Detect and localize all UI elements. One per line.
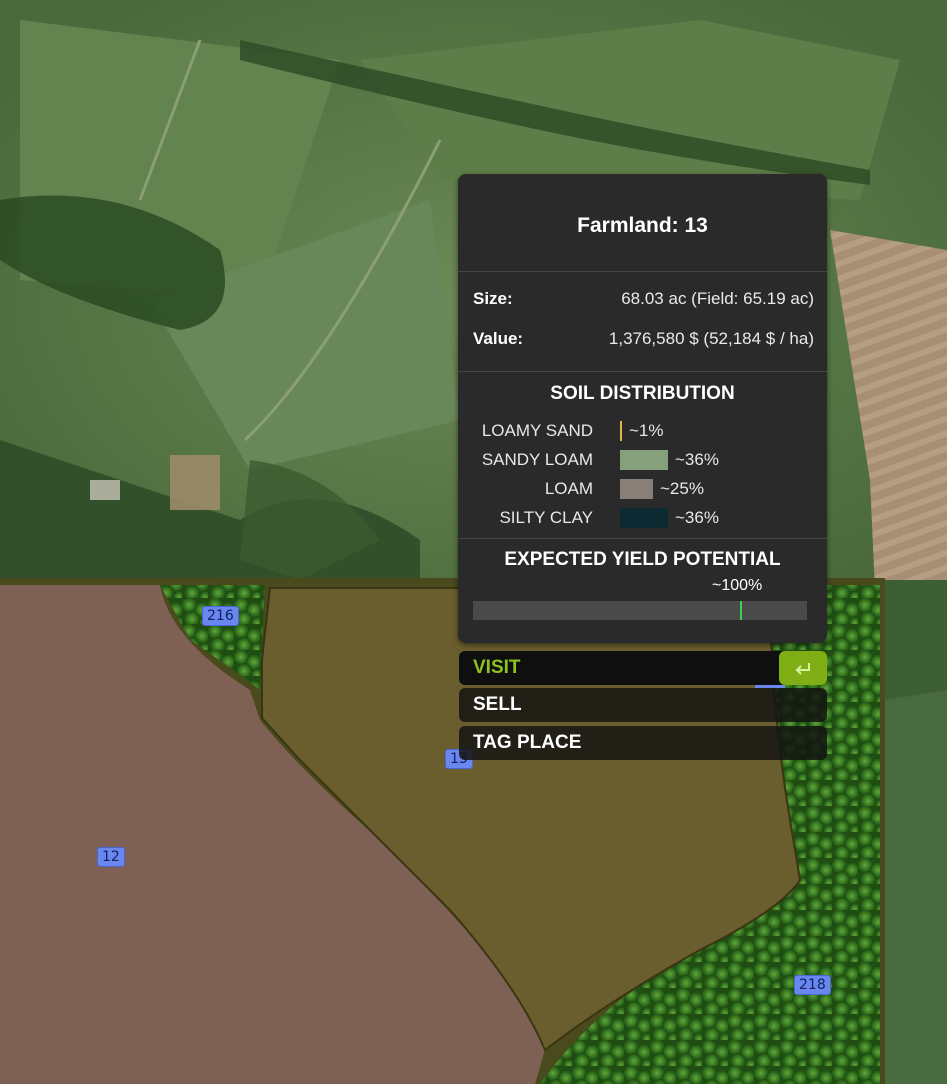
- soil-bar: [620, 421, 622, 441]
- plot-label-12[interactable]: 12: [97, 847, 125, 867]
- divider: [458, 271, 827, 272]
- farmland-title: Farmland: 13: [577, 214, 708, 237]
- soil-name: SILTY CLAY: [499, 508, 593, 527]
- value-label: Value:: [473, 329, 524, 348]
- soil-name: SANDY LOAM: [481, 450, 593, 469]
- soil-distribution-heading: SOIL DISTRIBUTION: [550, 383, 735, 404]
- soil-bar: [620, 479, 653, 499]
- divider: [458, 371, 827, 372]
- value-value: 1,376,580 $ (52,184 $ / ha): [608, 329, 814, 348]
- tag-place-button[interactable]: TAG PLACE: [459, 726, 827, 760]
- divider: [458, 538, 827, 539]
- plot-label-218[interactable]: 218: [794, 975, 831, 995]
- soil-bar: [620, 508, 668, 528]
- yield-marker: [740, 601, 742, 620]
- size-value: 68.03 ac (Field: 65.19 ac): [621, 289, 814, 308]
- yield-potential-bar: [473, 601, 807, 620]
- yield-percent: ~100%: [712, 577, 763, 594]
- farmland-info-panel: Farmland: 13 Size: 68.03 ac (Field: 65.1…: [458, 174, 827, 643]
- soil-bar: [620, 450, 668, 470]
- sell-button[interactable]: SELL: [459, 688, 827, 722]
- soil-name: LOAMY SAND: [481, 421, 593, 440]
- plot-label-216[interactable]: 216: [202, 606, 239, 626]
- soil-percent: ~25%: [660, 479, 704, 498]
- soil-percent: ~36%: [675, 508, 719, 527]
- soil-name: LOAM: [544, 479, 593, 498]
- visit-button[interactable]: VISIT: [459, 651, 827, 685]
- enter-key-icon[interactable]: [779, 651, 827, 685]
- size-label: Size:: [473, 289, 513, 308]
- yield-potential-heading: EXPECTED YIELD POTENTIAL: [504, 549, 781, 570]
- soil-percent: ~1%: [629, 421, 664, 440]
- soil-percent: ~36%: [675, 450, 719, 469]
